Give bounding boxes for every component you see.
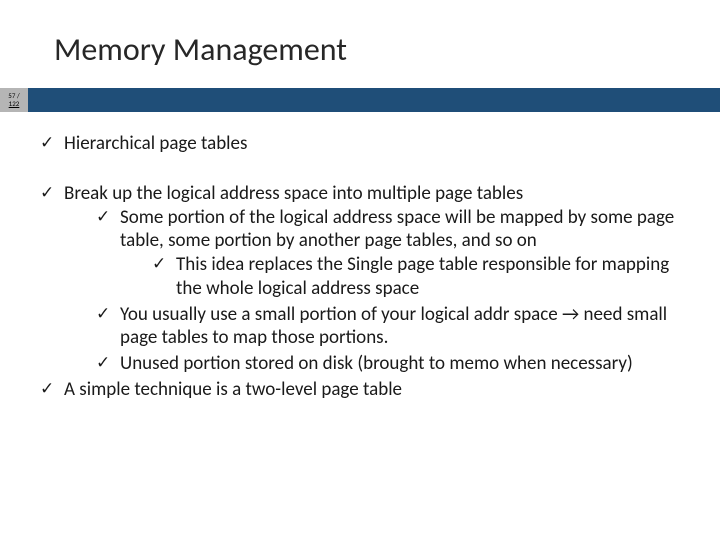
bullet-text: Unused portion stored on disk (brought t…: [120, 352, 633, 375]
bullet: A simple technique is a two-level page t…: [38, 378, 688, 402]
bullet: Some portion of the logical address spac…: [94, 206, 688, 301]
bullet-text: You usually use a small portion of your …: [120, 303, 667, 350]
bullet: You usually use a small portion of your …: [94, 303, 688, 351]
header-band: 57 / 122: [0, 88, 720, 112]
page-number-badge: 57 / 122: [0, 88, 28, 112]
bullet-text: This idea replaces the Single page table…: [176, 253, 669, 300]
bullet: Hierarchical page tables: [38, 132, 688, 156]
bullet: Break up the logical address space into …: [38, 182, 688, 376]
slide-title: Memory Management: [54, 30, 347, 69]
bullet-text: A simple technique is a two-level page t…: [64, 378, 402, 401]
bullet-text: Some portion of the logical address spac…: [120, 206, 674, 253]
slide: Memory Management 57 / 122 Hierarchical …: [0, 0, 720, 540]
bullet: This idea replaces the Single page table…: [150, 253, 688, 301]
bullet-text: Break up the logical address space into …: [64, 182, 523, 205]
bullet-text: Hierarchical page tables: [64, 132, 247, 155]
slide-body: Hierarchical page tables Break up the lo…: [38, 132, 688, 404]
page-total: 122: [9, 100, 20, 108]
header-bar: [28, 88, 720, 112]
bullet: Unused portion stored on disk (brought t…: [94, 352, 688, 376]
